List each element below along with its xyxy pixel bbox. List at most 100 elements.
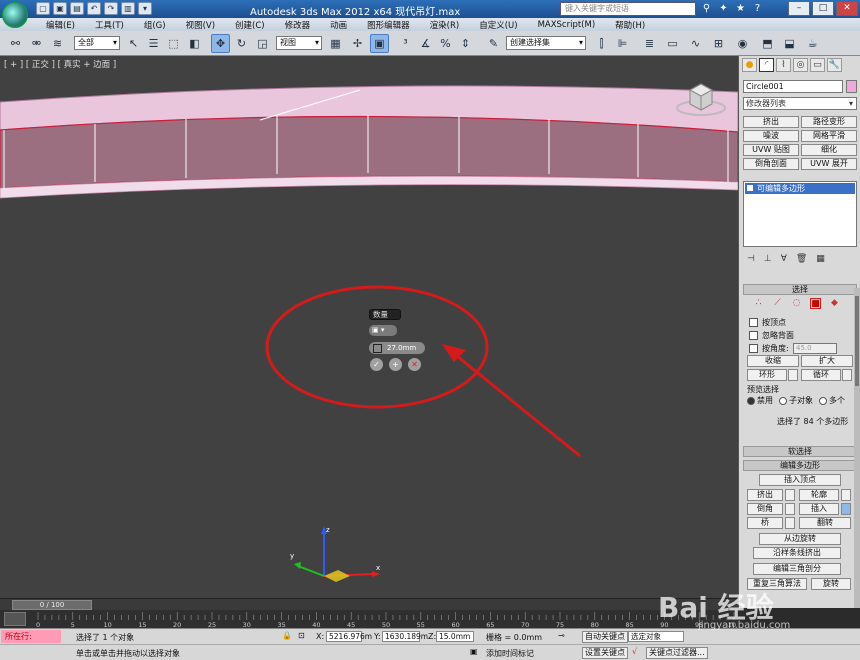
- auto-key-button[interactable]: 自动关键点: [582, 631, 628, 643]
- bevel-button[interactable]: 倒角: [747, 503, 783, 515]
- viewcube-icon[interactable]: [674, 78, 728, 118]
- border-subobject-icon[interactable]: ◌: [791, 298, 802, 309]
- undo-icon[interactable]: ↶: [87, 2, 101, 15]
- unlink-icon[interactable]: ⚮: [27, 34, 46, 53]
- modify-tab-icon[interactable]: ◜: [759, 58, 774, 72]
- make-unique-icon[interactable]: ∀: [781, 254, 787, 264]
- display-tab-icon[interactable]: ▭: [810, 58, 825, 72]
- app-logo-icon[interactable]: [2, 2, 28, 28]
- align-icon[interactable]: ⊫: [613, 34, 632, 53]
- x-coordinate-field[interactable]: 5216.976m: [326, 631, 372, 642]
- configure-modifier-sets-icon[interactable]: ▦: [816, 254, 825, 264]
- hierarchy-tab-icon[interactable]: ⌇: [776, 58, 791, 72]
- close-button[interactable]: ✕: [836, 1, 858, 16]
- modifier-button[interactable]: UVW 展开: [801, 158, 857, 170]
- utilities-tab-icon[interactable]: 🔧: [827, 58, 842, 72]
- select-move-icon[interactable]: ✥: [211, 34, 230, 53]
- modifier-button[interactable]: 挤出: [743, 116, 799, 128]
- mirror-icon[interactable]: ⫿: [592, 34, 611, 53]
- subscription-icon[interactable]: ✦: [717, 2, 730, 15]
- modifier-button[interactable]: 网格平滑: [801, 130, 857, 142]
- menu-rendering[interactable]: 渲染(R): [420, 19, 470, 31]
- menu-group[interactable]: 组(G): [134, 19, 176, 31]
- ignore-backfacing-checkbox[interactable]: 忽略背面: [749, 330, 794, 341]
- keyboard-shortcut-override-icon[interactable]: ▣: [370, 34, 389, 53]
- extrude-settings-button[interactable]: [785, 489, 795, 501]
- graphite-toolbar-icon[interactable]: ▭: [663, 34, 682, 53]
- menu-help[interactable]: 帮助(H): [605, 19, 655, 31]
- time-tag-icon[interactable]: ▣: [470, 647, 478, 656]
- maxscript-listener[interactable]: 所在行:: [1, 630, 61, 643]
- edit-polygons-rollout-header[interactable]: 编辑多边形: [743, 460, 857, 471]
- caddy-ok-button[interactable]: ✓: [370, 358, 383, 371]
- menu-tools[interactable]: 工具(T): [85, 19, 134, 31]
- caddy-apply-button[interactable]: +: [389, 358, 402, 371]
- maximize-button[interactable]: □: [812, 1, 834, 16]
- menu-customize[interactable]: 自定义(U): [469, 19, 527, 31]
- project-folder-icon[interactable]: ▥: [121, 2, 135, 15]
- material-editor-icon[interactable]: ◉: [733, 34, 752, 53]
- set-key-button[interactable]: 设置关键点: [582, 647, 628, 659]
- select-by-name-icon[interactable]: ☰: [144, 34, 163, 53]
- save-icon[interactable]: ▤: [70, 2, 84, 15]
- ring-button[interactable]: 环形: [747, 369, 787, 381]
- select-rotate-icon[interactable]: ↻: [232, 34, 251, 53]
- menu-modifiers[interactable]: 修改器: [275, 19, 321, 31]
- select-manipulate-icon[interactable]: ✢: [348, 34, 367, 53]
- rect-selection-icon[interactable]: ⬚: [164, 34, 183, 53]
- selection-rollout-header[interactable]: 选择: [743, 284, 857, 295]
- stack-item-editable-poly[interactable]: 可编辑多边形: [745, 183, 855, 194]
- inset-button[interactable]: 插入: [799, 503, 839, 515]
- element-subobject-icon[interactable]: ◆: [829, 298, 840, 309]
- soft-selection-rollout-header[interactable]: 软选择: [743, 446, 857, 457]
- ring-spinner[interactable]: [788, 369, 798, 381]
- object-color-swatch[interactable]: [846, 80, 857, 93]
- edge-subobject-icon[interactable]: ⟋: [772, 298, 783, 309]
- command-panel-scroll-thumb[interactable]: [855, 296, 859, 386]
- z-coordinate-field[interactable]: 15.0mm: [436, 631, 474, 642]
- inset-settings-button[interactable]: [841, 503, 851, 515]
- vertex-subobject-icon[interactable]: ∴: [753, 298, 764, 309]
- render-production-icon[interactable]: ☕: [803, 34, 822, 53]
- grow-button[interactable]: 扩大: [801, 355, 853, 367]
- edit-triangulation-button[interactable]: 编辑三角剖分: [753, 563, 841, 575]
- hinge-from-edge-button[interactable]: 从边旋转: [759, 533, 841, 545]
- layer-manager-icon[interactable]: ≣: [640, 34, 659, 53]
- key-icon[interactable]: ⊸: [558, 631, 565, 640]
- y-coordinate-field[interactable]: 1630.189m: [382, 631, 428, 642]
- preview-multi-radio[interactable]: 多个: [819, 395, 845, 406]
- modifier-button[interactable]: 倒角剖面: [743, 158, 799, 170]
- modifier-button[interactable]: 噪波: [743, 130, 799, 142]
- by-vertex-checkbox[interactable]: 按顶点: [749, 317, 786, 328]
- create-tab-icon[interactable]: ●: [742, 58, 757, 72]
- reference-coordinate-dropdown[interactable]: 视图: [276, 36, 322, 50]
- dropdown-icon[interactable]: ▾: [138, 2, 152, 15]
- menu-maxscript[interactable]: MAXScript(M): [528, 20, 606, 30]
- binoculars-icon[interactable]: ⚲: [700, 2, 713, 15]
- key-filters-button[interactable]: 关键点过滤器...: [646, 647, 708, 659]
- shrink-button[interactable]: 收缩: [747, 355, 799, 367]
- minimize-button[interactable]: –: [788, 1, 810, 16]
- angle-spinner[interactable]: 45.0: [793, 343, 837, 354]
- modifier-list-dropdown[interactable]: 修改器列表: [743, 97, 857, 110]
- turn-button[interactable]: 旋转: [811, 578, 851, 590]
- insert-vertex-button[interactable]: 插入顶点: [759, 474, 841, 486]
- lock-icon[interactable]: 🔒: [282, 631, 292, 640]
- viewport-perspective[interactable]: [ + ] [ 正交 ] [ 真实 + 边面 ] 数量 ▣ ▾ 27.0mm ✓…: [0, 56, 738, 598]
- outline-button[interactable]: 轮廓: [799, 489, 839, 501]
- modifier-button[interactable]: 路径变形: [801, 116, 857, 128]
- bind-space-warp-icon[interactable]: ≋: [48, 34, 67, 53]
- render-setup-icon[interactable]: ⬒: [758, 34, 777, 53]
- preview-off-radio[interactable]: 禁用: [747, 395, 773, 406]
- time-slider[interactable]: 0 / 100: [0, 598, 738, 610]
- menu-create[interactable]: 创建(C): [225, 19, 275, 31]
- new-file-icon[interactable]: ▢: [36, 2, 50, 15]
- modifier-button[interactable]: UVW 贴图: [743, 144, 799, 156]
- select-object-icon[interactable]: ↖: [124, 34, 143, 53]
- time-slider-thumb[interactable]: 0 / 100: [12, 600, 92, 610]
- loop-button[interactable]: 循环: [801, 369, 841, 381]
- open-file-icon[interactable]: ▣: [53, 2, 67, 15]
- transform-gizmo[interactable]: y x z: [288, 526, 388, 596]
- edit-named-selection-icon[interactable]: ✎: [484, 34, 503, 53]
- menu-views[interactable]: 视图(V): [176, 19, 225, 31]
